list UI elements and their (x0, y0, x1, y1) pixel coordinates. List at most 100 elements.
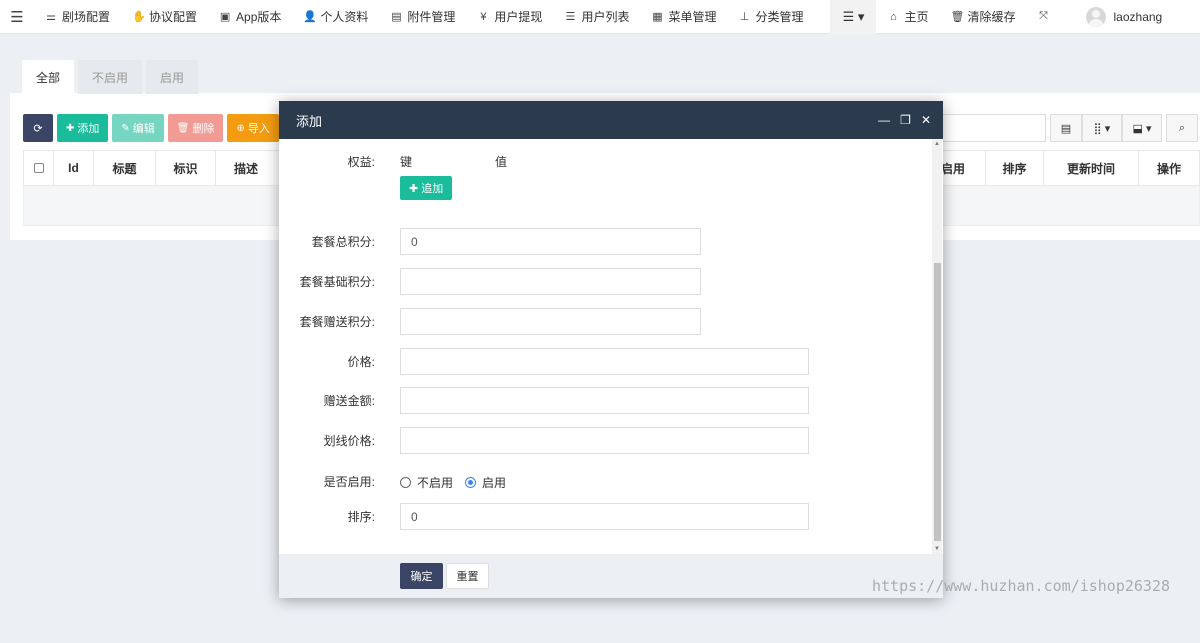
th-updated[interactable]: 更新时间 (1044, 151, 1139, 185)
minimize-icon[interactable]: — (878, 113, 890, 127)
add-button[interactable]: ✚ 添加 (57, 114, 109, 142)
radio-enabled[interactable]: 启用 (465, 474, 506, 491)
th-sort[interactable]: 排序 (986, 151, 1044, 185)
list-icon: ☰ (565, 11, 576, 23)
top-navbar: ☰ ⚌ 剧场配置 ✋ 协议配置 ▣ App版本 👤 个人资料 ▤ 附件管理 ¥ 用户提现 ☰ 用户列表 ▦ 菜… (0, 0, 1200, 34)
search-button[interactable]: ⌕ (1166, 114, 1198, 142)
scroll-up-icon[interactable]: ▲ (933, 141, 941, 147)
nav-more-menu-button[interactable]: ☰ ▾ (830, 0, 877, 34)
edit-label: 编辑 (132, 123, 155, 135)
clear-cache-label: 清除缓存 (967, 10, 1016, 24)
fullscreen-button[interactable]: ⤧ (1027, 0, 1066, 34)
nav-item-label: 个人资料 (320, 10, 369, 24)
table-icon: ▤ (1060, 122, 1072, 135)
select-all-checkbox[interactable] (24, 151, 54, 185)
refresh-button[interactable]: ⟳ (23, 114, 53, 142)
panel-heading: 全部 不启用 启用 (10, 46, 1200, 94)
close-icon[interactable]: ✕ (921, 113, 931, 127)
dialog-scrollbar[interactable]: ▲ ▼ (932, 139, 942, 554)
status-tabs: 全部 不启用 启用 (22, 60, 202, 94)
th-id[interactable]: Id (54, 151, 94, 185)
nav-item-7[interactable]: ▦ 菜单管理 (640, 0, 727, 34)
nav-right: ⌂ 主页 🗑 清除缓存 ⤧ laozhang (876, 0, 1173, 34)
nav-item-label: 用户列表 (581, 10, 630, 24)
add-label: 添加 (77, 123, 100, 135)
checkbox-icon (33, 163, 44, 173)
nav-item-2[interactable]: ▣ App版本 (208, 0, 292, 34)
dialog-controls: — ❐ ✕ (868, 101, 931, 139)
gift-amount-input[interactable] (400, 387, 809, 414)
sort-input[interactable]: 0 (400, 503, 809, 530)
nav-item-label: 协议配置 (149, 10, 198, 24)
grid-icon: ⣿ ▾ (1093, 122, 1111, 135)
tab-enabled[interactable]: 启用 (146, 60, 199, 94)
scroll-down-icon[interactable]: ▼ (933, 546, 941, 552)
radio-checked-icon (465, 477, 477, 488)
plus-icon: ✚ (66, 122, 75, 134)
nav-items: ⚌ 剧场配置 ✋ 协议配置 ▣ App版本 👤 个人资料 ▤ 附件管理 ¥ 用户提现 ☰ 用户列表 ▦ 菜单管… (34, 0, 814, 34)
toggle-view-button[interactable]: ▤ (1050, 114, 1082, 142)
sort-label: 排序: (347, 510, 375, 524)
price-input[interactable] (400, 348, 809, 375)
columns-button[interactable]: ⣿ ▾ (1082, 114, 1122, 142)
nav-item-1[interactable]: ✋ 协议配置 (121, 0, 208, 34)
nav-item-6[interactable]: ☰ 用户列表 (553, 0, 640, 34)
user-menu[interactable]: laozhang (1066, 0, 1174, 34)
benefits-label: 权益: (347, 155, 375, 169)
radio-disabled-label: 不启用 (417, 476, 454, 490)
home-icon: ⌂ (890, 10, 897, 23)
edit-button[interactable]: ✎ 编辑 (112, 114, 164, 142)
scrollbar-thumb[interactable] (934, 263, 941, 541)
plus-icon: ✚ (409, 182, 419, 195)
strike-price-label: 划线价格: (323, 434, 375, 448)
import-label: 导入 (247, 123, 270, 135)
menu-toggle-icon[interactable]: ☰ (0, 0, 34, 34)
nav-item-5[interactable]: ¥ 用户提现 (466, 0, 553, 34)
export-button[interactable]: ⬓ ▾ (1122, 114, 1162, 142)
th-actions: 操作 (1156, 161, 1181, 176)
nav-item-label: 菜单管理 (668, 10, 717, 24)
delete-button[interactable]: 🗑 删除 (167, 114, 224, 142)
base-points-label: 套餐基础积分: (299, 275, 375, 289)
search-input[interactable] (930, 114, 1046, 142)
append-kv-button[interactable]: ✚ 追加 (400, 176, 453, 200)
watermark: https://www.huzhan.com/ishop26328 (872, 577, 1171, 595)
nav-item-4[interactable]: ▤ 附件管理 (379, 0, 466, 34)
username: laozhang (1113, 9, 1163, 24)
import-button[interactable]: ⊕ 导入 (227, 114, 279, 142)
home-label: 主页 (904, 10, 929, 24)
strike-price-input[interactable] (400, 427, 809, 454)
base-points-input[interactable] (400, 268, 701, 295)
th-key[interactable]: 标识 (156, 151, 216, 185)
clear-cache-button[interactable]: 🗑 清除缓存 (940, 0, 1027, 34)
price-label: 价格: (347, 355, 375, 369)
image-icon: ▣ (219, 11, 231, 23)
sliders-icon: ⚌ (46, 11, 56, 23)
bonus-points-input[interactable] (400, 308, 701, 335)
upload-icon: ⊕ (236, 122, 245, 134)
confirm-button[interactable]: 确定 (400, 563, 443, 589)
nav-item-8[interactable]: ⊥ 分类管理 (727, 0, 814, 34)
refresh-icon: ⟳ (33, 122, 43, 135)
list-dropdown-icon: ☰ ▾ (842, 8, 865, 24)
radio-circle-icon (400, 477, 411, 488)
avatar (1085, 6, 1106, 27)
th-description[interactable]: 描述 (216, 151, 276, 185)
gift-amount-label: 赠送金额: (323, 394, 375, 408)
kv-key-header: 键 (400, 155, 413, 169)
nav-item-label: 分类管理 (755, 10, 804, 24)
th-title[interactable]: 标题 (94, 151, 156, 185)
reset-button[interactable]: 重置 (446, 563, 489, 589)
total-points-input[interactable]: 0 (400, 228, 701, 255)
radio-enabled-label: 启用 (482, 476, 507, 490)
radio-disabled[interactable]: 不启用 (400, 474, 453, 491)
tab-disabled[interactable]: 不启用 (78, 60, 143, 94)
add-dialog: 添加 — ❐ ✕ 权益: 键 值 ✚ 追加 套餐总积分: 0 套餐基础积分: 套餐… (279, 101, 943, 598)
restore-icon[interactable]: ❐ (900, 113, 911, 127)
nav-item-0[interactable]: ⚌ 剧场配置 (34, 0, 121, 34)
nav-item-3[interactable]: 👤 个人资料 (292, 0, 379, 34)
tab-all[interactable]: 全部 (22, 60, 75, 94)
nav-item-label: 用户提现 (494, 10, 543, 24)
yen-icon: ¥ (480, 10, 487, 23)
home-link[interactable]: ⌂ 主页 (876, 0, 939, 34)
